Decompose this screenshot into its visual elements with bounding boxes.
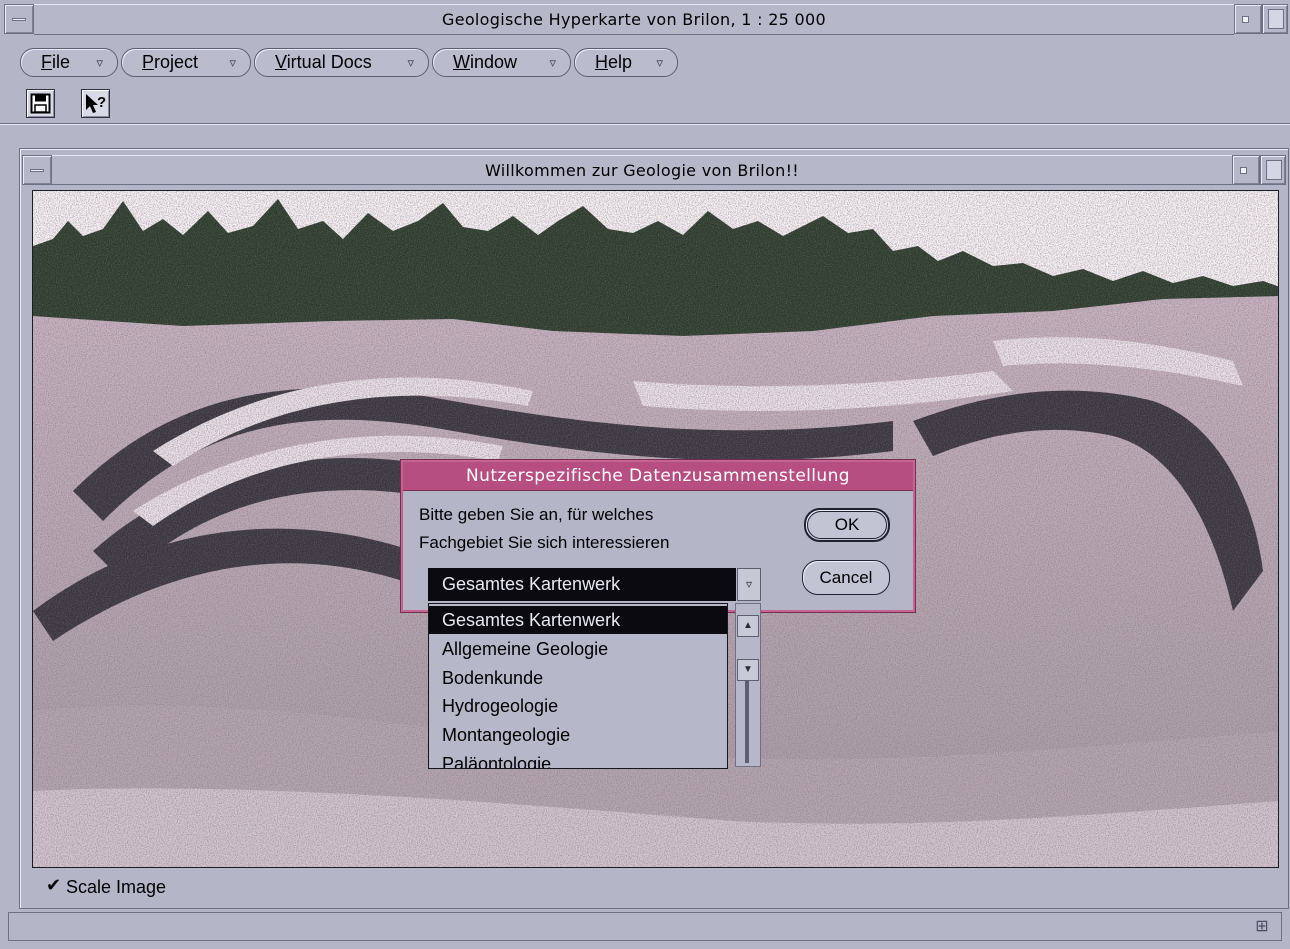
chevron-down-icon: ▿ [96, 55, 103, 70]
chevron-down-icon: ▿ [229, 55, 236, 70]
minimize-icon [1242, 16, 1249, 23]
window-menu-icon [30, 169, 44, 172]
menu-project-mnemonic: P [142, 52, 155, 72]
dropdown-option[interactable]: Gesamtes Kartenwerk [429, 606, 727, 634]
window-title: Geologische Hyperkarte von Brilon, 1 : 2… [34, 4, 1234, 35]
minimize-icon [1240, 167, 1247, 174]
dialog-prompt-line-1: Bitte geben Sie an, für welches [419, 505, 654, 524]
menu-project-label: roject [154, 52, 199, 72]
menu-virtual-docs-label: irtual Docs [286, 52, 372, 72]
dropdown-option[interactable]: Bodenkunde [429, 664, 727, 692]
floppy-disk-icon [30, 93, 51, 114]
menu-file-mnemonic: F [41, 52, 52, 72]
dropdown-scrollbar[interactable]: ▲ ▼ [735, 603, 761, 767]
scroll-thumb[interactable] [745, 681, 749, 763]
scale-image-checkbox[interactable]: ✔ [46, 876, 64, 894]
subject-combo-value[interactable]: Gesamtes Kartenwerk [428, 568, 736, 601]
dialog-prompt-line-2: Fachgebiet Sie sich interessieren [419, 533, 670, 552]
arrow-up-icon: ▲ [743, 620, 753, 631]
maximize-icon [1266, 160, 1282, 180]
cancel-button[interactable]: Cancel [802, 560, 890, 595]
toolbar-divider-highlight [0, 124, 1290, 125]
menu-window[interactable]: Window ▿ [432, 48, 571, 77]
dialog-title: Nutzerspezifische Datenzusammenstellung [403, 462, 913, 491]
menu-help[interactable]: Help ▿ [574, 48, 678, 77]
ok-button[interactable]: OK [804, 508, 890, 542]
menu-file-label: ile [52, 52, 71, 72]
checkmark-icon: ✔ [46, 875, 62, 895]
inner-window-title: Willkommen zur Geologie von Brilon!! [52, 155, 1232, 185]
maximize-button[interactable] [1262, 4, 1288, 34]
window-menu-icon [12, 18, 26, 21]
resize-grip-icon[interactable]: ⊞ [1250, 918, 1274, 936]
inner-minimize-button[interactable] [1232, 155, 1260, 185]
chevron-down-icon: ▿ [549, 55, 556, 70]
menu-help-mnemonic: H [595, 52, 608, 72]
chevron-down-icon: ▿ [745, 577, 753, 591]
ok-button-label: OK [807, 511, 887, 539]
inner-window-menu-button[interactable] [22, 155, 52, 185]
maximize-icon [1268, 9, 1284, 29]
status-bar [8, 912, 1282, 941]
chevron-down-icon: ▿ [656, 55, 663, 70]
menu-virtual-docs[interactable]: Virtual Docs ▿ [254, 48, 429, 77]
scale-image-label: Scale Image [66, 877, 167, 897]
menu-help-label: elp [608, 52, 633, 72]
inner-maximize-button[interactable] [1260, 155, 1286, 185]
chevron-down-icon: ▿ [407, 55, 414, 70]
menu-file[interactable]: File ▿ [20, 48, 118, 77]
question-mark-icon: ? [97, 94, 107, 111]
context-help-button[interactable]: ? [81, 89, 110, 118]
minimize-button[interactable] [1234, 4, 1262, 34]
menu-virtual-docs-mnemonic: V [275, 52, 287, 72]
menu-project[interactable]: Project ▿ [121, 48, 251, 77]
scroll-up-button[interactable]: ▲ [737, 615, 759, 637]
arrow-down-icon: ▼ [743, 664, 753, 675]
subject-dropdown-list: Gesamtes Kartenwerk Allgemeine Geologie … [428, 603, 728, 769]
dropdown-option[interactable]: Paläontologie [429, 750, 727, 768]
dropdown-option[interactable]: Montangeologie [429, 721, 727, 749]
combo-dropdown-button[interactable]: ▿ [737, 568, 761, 601]
menu-window-label: indow [470, 52, 518, 72]
save-button[interactable] [26, 89, 55, 118]
menu-window-mnemonic: W [453, 52, 470, 72]
dropdown-option[interactable]: Hydrogeologie [429, 692, 727, 720]
scroll-down-button[interactable]: ▼ [737, 659, 759, 681]
window-menu-button[interactable] [4, 4, 34, 34]
dropdown-option[interactable]: Allgemeine Geologie [429, 635, 727, 663]
